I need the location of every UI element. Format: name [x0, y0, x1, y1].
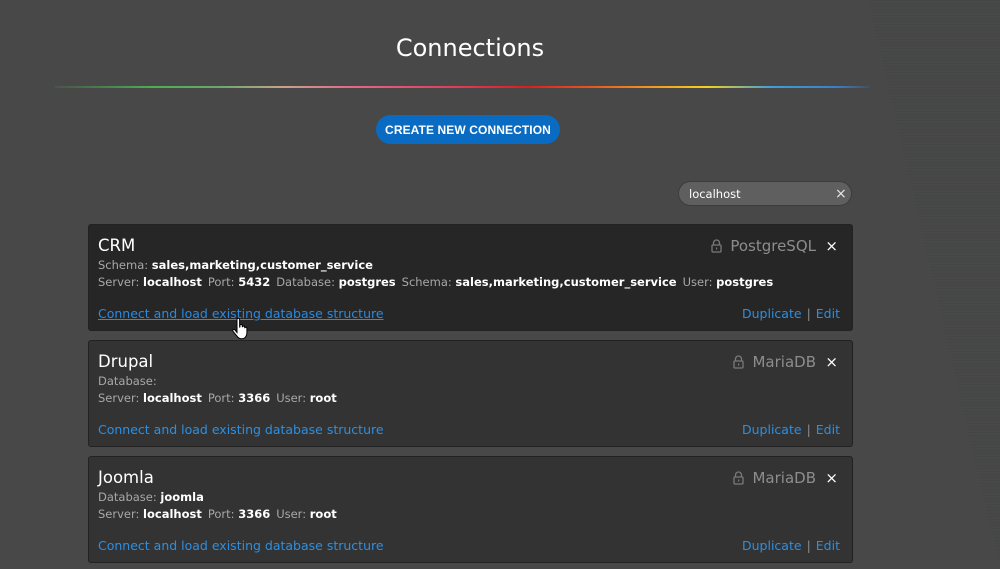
remove-connection-icon[interactable]: × [825, 469, 838, 487]
meta-field: Server: localhost [98, 507, 202, 521]
duplicate-link[interactable]: Duplicate [742, 538, 802, 553]
rainbow-divider [55, 86, 870, 88]
meta-field: Server: localhost [98, 275, 202, 289]
meta-label: Database: [98, 490, 157, 504]
search-field: × [678, 181, 852, 206]
meta-label: Port: [207, 507, 235, 521]
lock-icon [733, 355, 745, 369]
connection-type: MariaDB [733, 469, 816, 487]
meta-label: Server: [98, 275, 140, 289]
remove-connection-icon[interactable]: × [825, 353, 838, 371]
meta-field: User: postgres [683, 275, 774, 289]
connect-and-load-link[interactable]: Connect and load existing database struc… [98, 422, 384, 437]
meta-value: 3366 [238, 507, 271, 521]
meta-field: User: root [276, 391, 337, 405]
connection-card: CRM Schema: sales,marketing,customer_ser… [88, 224, 853, 331]
duplicate-link[interactable]: Duplicate [742, 422, 802, 437]
separator: | [806, 306, 811, 321]
meta-label: Schema: [401, 275, 452, 289]
lock-icon [711, 239, 722, 253]
connection-meta-line-1: Database: joomla [98, 489, 843, 506]
meta-field: User: root [276, 507, 337, 521]
lock-icon [733, 471, 745, 485]
meta-value: joomla [160, 490, 204, 504]
separator: | [806, 538, 811, 553]
edit-link[interactable]: Edit [816, 422, 840, 437]
remove-connection-icon[interactable]: × [825, 237, 838, 255]
connection-type: MariaDB [733, 353, 816, 371]
create-new-connection-button[interactable]: CREATE NEW CONNECTION [376, 115, 560, 144]
meta-label: Port: [207, 275, 235, 289]
meta-field: Port: 3366 [208, 507, 270, 521]
meta-value: sales,marketing,customer_service [455, 275, 677, 289]
card-actions: Duplicate | Edit [742, 422, 840, 437]
database-type-label: MariaDB [752, 469, 816, 487]
connection-meta-line-1: Schema: sales,marketing,customer_service [98, 257, 843, 274]
meta-field: Database: postgres [276, 275, 395, 289]
card-actions: Duplicate | Edit [742, 306, 840, 321]
connection-meta-line-1: Database: [98, 373, 843, 390]
card-actions: Duplicate | Edit [742, 538, 840, 553]
clear-search-icon[interactable]: × [835, 187, 847, 201]
meta-value: root [309, 507, 337, 521]
meta-field: Server: localhost [98, 391, 202, 405]
meta-value: postgres [338, 275, 396, 289]
meta-label: Schema: [98, 258, 149, 272]
connection-card: Drupal Database: Server: localhost Port: … [88, 340, 853, 447]
edit-link[interactable]: Edit [816, 306, 840, 321]
separator: | [806, 422, 811, 437]
connection-meta-line-2: Server: localhost Port: 3366 User: root [98, 390, 843, 407]
meta-value: root [309, 391, 337, 405]
duplicate-link[interactable]: Duplicate [742, 306, 802, 321]
meta-label: Server: [98, 507, 140, 521]
database-type-label: PostgreSQL [730, 237, 816, 255]
meta-label: User: [276, 391, 307, 405]
meta-label: User: [276, 507, 307, 521]
connection-name: Joomla [98, 468, 154, 487]
meta-value: 5432 [238, 275, 271, 289]
meta-label: Database: [98, 374, 157, 388]
search-input[interactable] [689, 186, 835, 201]
meta-label: Database: [276, 275, 335, 289]
connection-meta-line-2: Server: localhost Port: 5432 Database: pos… [98, 274, 843, 291]
meta-field: Port: 5432 [208, 275, 270, 289]
meta-field: Database: joomla [98, 490, 204, 504]
meta-value: localhost [143, 507, 202, 521]
meta-value: postgres [716, 275, 774, 289]
meta-value: 3366 [238, 391, 271, 405]
edit-link[interactable]: Edit [816, 538, 840, 553]
connection-name: Drupal [98, 352, 154, 371]
database-type-label: MariaDB [752, 353, 816, 371]
meta-label: Server: [98, 391, 140, 405]
meta-value: sales,marketing,customer_service [151, 258, 373, 272]
meta-value: localhost [143, 391, 202, 405]
connection-card: Joomla Database: joomla Server: localhos… [88, 456, 853, 563]
meta-field: Database: [98, 374, 157, 388]
hand-pointer-cursor-icon [232, 318, 248, 340]
meta-label: User: [682, 275, 713, 289]
connection-type: PostgreSQL [711, 237, 816, 255]
page-title: Connections [395, 34, 545, 62]
connect-and-load-link[interactable]: Connect and load existing database struc… [98, 538, 384, 553]
connection-meta-line-2: Server: localhost Port: 3366 User: root [98, 506, 843, 523]
meta-field: Port: 3366 [208, 391, 270, 405]
meta-field: Schema: sales,marketing,customer_service [402, 275, 677, 289]
meta-value: localhost [143, 275, 202, 289]
meta-field: Schema: sales,marketing,customer_service [98, 258, 373, 272]
meta-label: Port: [207, 391, 235, 405]
